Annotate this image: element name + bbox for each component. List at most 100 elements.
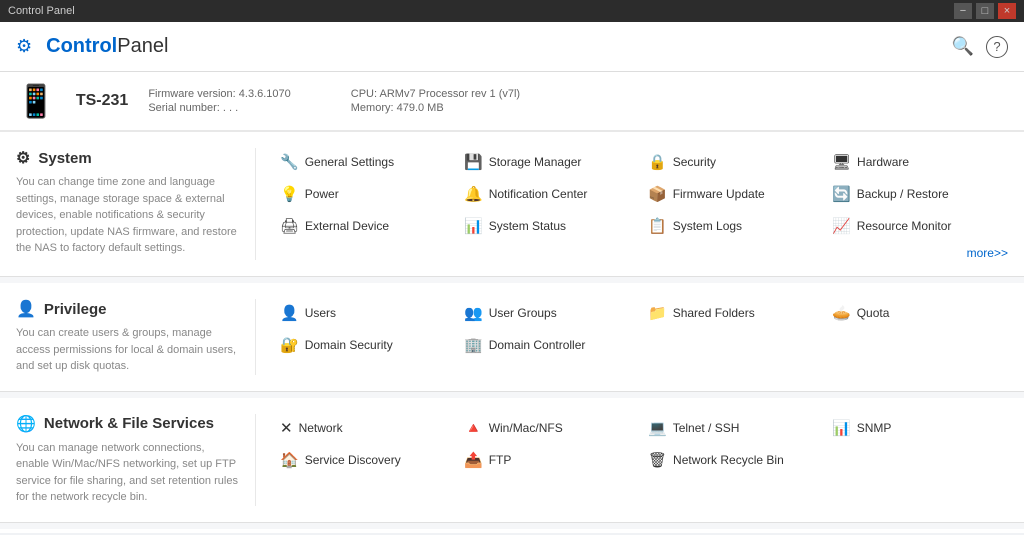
item-power[interactable]: 💡 Power — [272, 180, 456, 208]
cpu-info: CPU: ARMv7 Processor rev 1 (v7l) — [351, 88, 520, 100]
device-info-left: Firmware version: 4.3.6.1070 Serial numb… — [148, 88, 290, 114]
item-win-mac-nfs[interactable]: 🔺 Win/Mac/NFS — [456, 414, 640, 442]
item-shared-folders[interactable]: 📁 Shared Folders — [640, 299, 824, 327]
item-system-status[interactable]: 📊 System Status — [456, 212, 640, 240]
item-telnet---ssh[interactable]: 💻 Telnet / SSH — [640, 414, 824, 442]
item-label: Resource Monitor — [857, 219, 952, 233]
item-external-device[interactable]: 🖨 External Device — [272, 212, 456, 240]
item-label: User Groups — [489, 306, 557, 320]
item-label: Shared Folders — [673, 306, 755, 320]
device-icon: 📱 — [16, 82, 56, 120]
section-system-left: ⚙ System You can change time zone and lan… — [16, 148, 256, 260]
item-firmware-update[interactable]: 📦 Firmware Update — [640, 180, 824, 208]
section-network-desc: You can manage network connections, enab… — [16, 440, 239, 506]
help-icon[interactable]: ? — [986, 36, 1008, 58]
item-domain-controller[interactable]: 🏢 Domain Controller — [456, 331, 640, 359]
item-icon: 📊 — [464, 217, 483, 235]
item-notification-center[interactable]: 🔔 Notification Center — [456, 180, 640, 208]
title-bar-text: Control Panel — [8, 5, 75, 17]
item-label: Domain Controller — [489, 338, 586, 352]
item-service-discovery[interactable]: 🏠 Service Discovery — [272, 446, 456, 474]
section-system-desc: You can change time zone and language se… — [16, 174, 239, 257]
item-icon: 🔒 — [648, 153, 667, 171]
item-resource-monitor[interactable]: 📈 Resource Monitor — [824, 212, 1008, 240]
item-label: External Device — [305, 219, 389, 233]
item-icon: 🥧 — [832, 304, 851, 322]
section-privilege-items: 👤 Users👥 User Groups📁 Shared Folders🥧 Qu… — [256, 299, 1008, 375]
section-privilege-left: 👤 Privilege You can create users & groups… — [16, 299, 256, 375]
section-title-text: System — [38, 150, 91, 167]
section-applications: ⊞ ApplicationsYou can use the web server… — [0, 529, 1024, 534]
item-storage-manager[interactable]: 💾 Storage Manager — [456, 148, 640, 176]
item-label: Quota — [857, 306, 890, 320]
header: ⚙ ControlPanel 🔍 ? — [0, 22, 1024, 72]
item-icon: 📤 — [464, 451, 483, 469]
close-button[interactable]: × — [998, 3, 1016, 19]
item-icon: 📋 — [648, 217, 667, 235]
item-icon: 🔧 — [280, 153, 299, 171]
item-icon: 🏠 — [280, 451, 299, 469]
section-title-icon: 🌐 — [16, 414, 36, 434]
item-user-groups[interactable]: 👥 User Groups — [456, 299, 640, 327]
section-network-title: 🌐 Network & File Services — [16, 414, 239, 434]
search-icon[interactable]: 🔍 — [952, 36, 974, 58]
minimize-button[interactable]: − — [954, 3, 972, 19]
item-label: FTP — [489, 453, 512, 467]
title-bar-controls: − □ × — [954, 3, 1016, 19]
item-icon: 🔄 — [832, 185, 851, 203]
item-label: System Logs — [673, 219, 742, 233]
item-label: Users — [305, 306, 336, 320]
item-label: Security — [673, 155, 716, 169]
app-logo: ControlPanel — [46, 35, 168, 58]
item-label: System Status — [489, 219, 566, 233]
item-label: Hardware — [857, 155, 909, 169]
header-icons: 🔍 ? — [952, 36, 1008, 58]
section-system: ⚙ System You can change time zone and lan… — [0, 132, 1024, 277]
item-icon: 🏢 — [464, 336, 483, 354]
item-icon: 💻 — [648, 419, 667, 437]
device-name-wrapper: TS-231 — [76, 92, 128, 110]
item-label: Backup / Restore — [857, 187, 949, 201]
item-label: Telnet / SSH — [673, 421, 740, 435]
item-general-settings[interactable]: 🔧 General Settings — [272, 148, 456, 176]
firmware-version: Firmware version: 4.3.6.1070 — [148, 88, 290, 100]
maximize-button[interactable]: □ — [976, 3, 994, 19]
item-label: General Settings — [305, 155, 394, 169]
section-network-left: 🌐 Network & File Services You can manage … — [16, 414, 256, 506]
memory-info: Memory: 479.0 MB — [351, 102, 520, 114]
gear-icon: ⚙ — [16, 36, 32, 57]
item-label: Storage Manager — [489, 155, 582, 169]
item-icon: 🔐 — [280, 336, 299, 354]
item-icon: ✕ — [280, 419, 293, 437]
section-network: 🌐 Network & File Services You can manage … — [0, 398, 1024, 523]
section-title-icon: 👤 — [16, 299, 36, 319]
item-quota[interactable]: 🥧 Quota — [824, 299, 1008, 327]
item-ftp[interactable]: 📤 FTP — [456, 446, 640, 474]
section-privilege-desc: You can create users & groups, manage ac… — [16, 325, 239, 375]
item-label: Service Discovery — [305, 453, 401, 467]
item-system-logs[interactable]: 📋 System Logs — [640, 212, 824, 240]
serial-number: Serial number: . . . — [148, 102, 290, 114]
section-title-icon: ⚙ — [16, 148, 30, 168]
item-domain-security[interactable]: 🔐 Domain Security — [272, 331, 456, 359]
item-icon: 🖥 — [832, 153, 851, 171]
main-content: ⚙ System You can change time zone and lan… — [0, 132, 1024, 533]
item-network-recycle-bin[interactable]: 🗑 Network Recycle Bin — [640, 446, 824, 474]
item-icon: 🖨 — [280, 217, 299, 235]
item-icon: 💾 — [464, 153, 483, 171]
item-icon: 💡 — [280, 185, 299, 203]
section-privilege: 👤 Privilege You can create users & groups… — [0, 283, 1024, 392]
section-title-text: Privilege — [44, 301, 107, 318]
item-security[interactable]: 🔒 Security — [640, 148, 824, 176]
item-users[interactable]: 👤 Users — [272, 299, 456, 327]
item-backup---restore[interactable]: 🔄 Backup / Restore — [824, 180, 1008, 208]
item-network[interactable]: ✕ Network — [272, 414, 456, 442]
item-label: Notification Center — [489, 187, 588, 201]
section-system-more[interactable]: more>> — [824, 246, 1008, 260]
title-bar: Control Panel − □ × — [0, 0, 1024, 22]
item-icon: 👥 — [464, 304, 483, 322]
item-snmp[interactable]: 📊 SNMP — [824, 414, 1008, 442]
item-icon: 📈 — [832, 217, 851, 235]
item-hardware[interactable]: 🖥 Hardware — [824, 148, 1008, 176]
item-icon: 🔺 — [464, 419, 483, 437]
